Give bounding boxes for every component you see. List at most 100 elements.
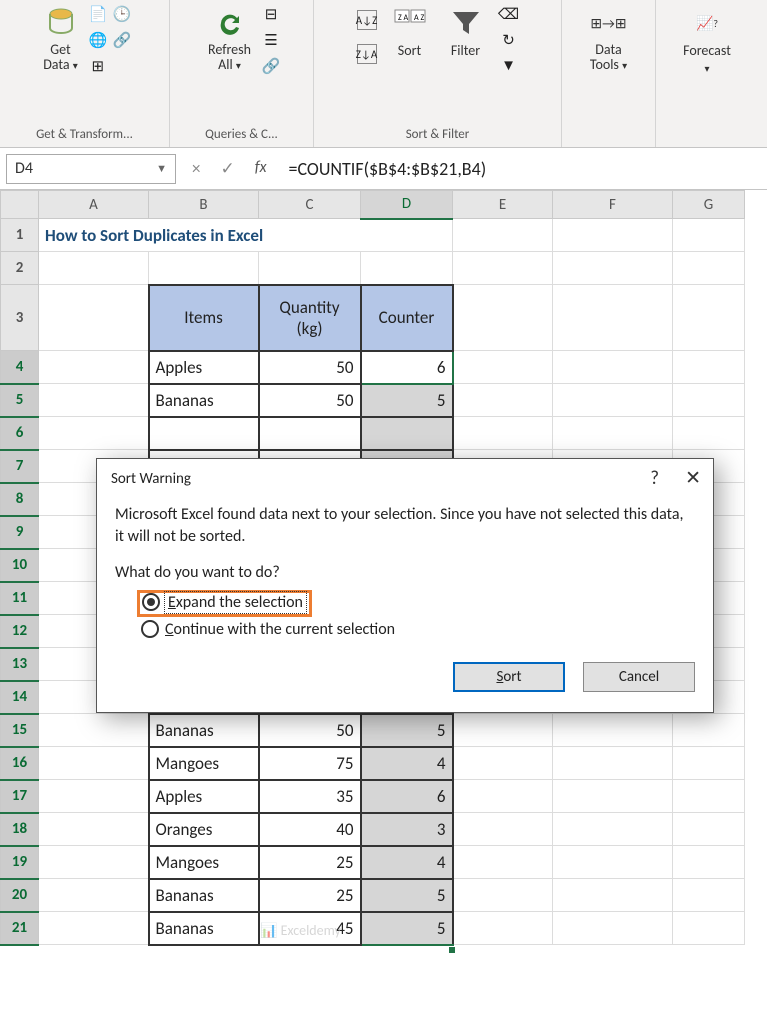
group-label-sort-filter: Sort & Filter — [406, 125, 470, 145]
col-header-E[interactable]: E — [453, 191, 553, 219]
filter-small: ⌫ ↻ ▼ — [499, 4, 519, 76]
sort-button-dialog[interactable]: Sort — [453, 662, 565, 692]
sort-az-za: A↓Z Z↓A — [357, 4, 377, 64]
refresh-label: RefreshAll ▾ — [208, 42, 251, 73]
from-table-icon[interactable]: ⊞ — [88, 56, 108, 76]
get-data-small-buttons: 📄 🌐 ⊞ — [88, 4, 108, 76]
from-web-icon[interactable]: 🌐 — [88, 30, 108, 50]
dialog-help-icon[interactable]: ? — [650, 467, 659, 490]
col-header-D[interactable]: D — [361, 191, 453, 219]
dialog-body: Microsoft Excel found data next to your … — [97, 498, 713, 712]
ribbon-group-get-transform: GetData ▾ 📄 🌐 ⊞ 🕒 🔗 Get & Transform... — [0, 0, 170, 147]
data-tools-icon: ⊞→⊞ — [591, 6, 625, 40]
group-label-get-transform: Get & Transform... — [36, 125, 133, 145]
header-counter[interactable]: Counter — [361, 285, 453, 351]
dialog-question: What do you want to do? — [115, 563, 695, 590]
header-quantity[interactable]: Quantity (kg) — [259, 285, 361, 351]
name-box-dropdown-icon[interactable]: ▼ — [156, 162, 167, 175]
queries-connections-icon[interactable]: ⊟ — [261, 4, 281, 24]
radio-expand-selection[interactable] — [142, 593, 160, 611]
filter-button[interactable]: Filter — [443, 4, 489, 61]
cancel-button[interactable]: Cancel — [583, 662, 695, 692]
name-box-value: D4 — [15, 159, 33, 178]
fx-icon[interactable]: fx — [255, 158, 267, 179]
col-header-F[interactable]: F — [553, 191, 673, 219]
ribbon-group-forecast: 📈? Forecast▾ — [656, 0, 758, 147]
dialog-title: Sort Warning — [111, 470, 191, 488]
active-cell-D4[interactable]: 6 — [361, 351, 453, 384]
row-5: 5Bananas505 — [1, 384, 745, 417]
forecast-icon: 📈? — [690, 6, 724, 40]
header-items[interactable]: Items — [149, 285, 259, 351]
forecast-button[interactable]: 📈? Forecast▾ — [677, 4, 737, 78]
reapply-icon[interactable]: ↻ — [499, 30, 519, 50]
col-header-G[interactable]: G — [673, 191, 745, 219]
highlight-expand-selection: Expand the selection — [137, 590, 312, 617]
dialog-close-icon[interactable]: ✕ — [685, 467, 701, 490]
row-6: 6 — [1, 417, 745, 450]
row-15: 15Bananas505 — [1, 714, 745, 747]
properties-icon[interactable]: ☰ — [261, 30, 281, 50]
col-header-B[interactable]: B — [149, 191, 259, 219]
row-4: 4Apples506 — [1, 351, 745, 384]
dialog-message: Microsoft Excel found data next to your … — [115, 504, 695, 563]
data-tools-button[interactable]: ⊞→⊞ DataTools ▾ — [584, 4, 633, 75]
sort-za-icon[interactable]: Z↓A — [357, 44, 377, 64]
sort-label: Sort — [398, 42, 421, 59]
title-cell[interactable]: How to Sort Duplicates in Excel — [39, 219, 453, 252]
dialog-titlebar: Sort Warning ? ✕ — [97, 459, 713, 498]
cancel-formula-icon[interactable]: × — [192, 158, 200, 179]
sort-icon: Z AA Z — [393, 6, 427, 40]
row-1: 1How to Sort Duplicates in Excel — [1, 219, 745, 252]
selection-fill-handle[interactable] — [448, 946, 456, 954]
row-21: 21Bananas455 — [1, 912, 745, 945]
clear-filter-icon[interactable]: ⌫ — [499, 4, 519, 24]
column-headers: A B C D E F G — [1, 191, 745, 219]
ribbon-group-data-tools: ⊞→⊞ DataTools ▾ — [562, 0, 656, 147]
formula-input[interactable]: =COUNTIF($B$4:$B$21,B4) — [283, 158, 767, 180]
enter-formula-icon[interactable]: ✓ — [220, 158, 234, 179]
refresh-icon — [213, 6, 247, 40]
from-text-icon[interactable]: 📄 — [88, 4, 108, 24]
data-tools-label: DataTools ▾ — [590, 42, 627, 73]
group-label-data-tools — [607, 125, 610, 145]
svg-text:A Z: A Z — [414, 13, 424, 23]
advanced-filter-icon[interactable]: ▼ — [499, 56, 519, 76]
col-header-C[interactable]: C — [259, 191, 361, 219]
edit-links-icon[interactable]: 🔗 — [261, 56, 281, 76]
database-icon — [44, 6, 78, 40]
existing-connections-icon[interactable]: 🔗 — [112, 30, 132, 50]
group-label-queries: Queries & C... — [205, 125, 278, 145]
group-label-forecast — [706, 125, 709, 145]
filter-label: Filter — [451, 42, 480, 59]
recent-sources-icon[interactable]: 🕒 — [112, 4, 132, 24]
sort-warning-dialog: Sort Warning ? ✕ Microsoft Excel found d… — [96, 458, 714, 713]
formula-bar-row: D4 ▼ × ✓ fx =COUNTIF($B$4:$B$21,B4) — [0, 148, 767, 190]
row-2: 2 — [1, 252, 745, 285]
ribbon: GetData ▾ 📄 🌐 ⊞ 🕒 🔗 Get & Transform... R… — [0, 0, 767, 148]
row-17: 17Apples356 — [1, 780, 745, 813]
sort-button[interactable]: Z A A Z Sort — [387, 4, 433, 61]
formula-bar-buttons: × ✓ fx — [176, 158, 283, 179]
select-all-corner[interactable] — [1, 191, 39, 219]
sort-az-icon[interactable]: A↓Z — [357, 10, 377, 30]
ribbon-group-queries: RefreshAll ▾ ⊟ ☰ 🔗 Queries & C... — [170, 0, 314, 147]
get-data-label: GetData ▾ — [43, 42, 78, 73]
option-continue-selection[interactable]: Continue with the current selection — [115, 617, 695, 642]
get-data-button[interactable]: GetData ▾ — [37, 4, 84, 75]
queries-small: ⊟ ☰ 🔗 — [261, 4, 281, 76]
svg-text:Z A: Z A — [398, 13, 409, 23]
forecast-label: Forecast▾ — [683, 42, 731, 76]
col-header-A[interactable]: A — [39, 191, 149, 219]
name-box[interactable]: D4 ▼ — [6, 154, 176, 184]
label-expand-selection[interactable]: Expand the selection — [166, 593, 305, 612]
filter-icon — [449, 6, 483, 40]
row-19: 19Mangoes254 — [1, 846, 745, 879]
radio-continue-selection[interactable] — [141, 620, 159, 638]
row-3: 3 Items Quantity (kg) Counter — [1, 285, 745, 351]
get-data-small-buttons-2: 🕒 🔗 — [112, 4, 132, 50]
row-18: 18Oranges403 — [1, 813, 745, 846]
label-continue-selection: Continue with the current selection — [165, 620, 395, 639]
refresh-all-button[interactable]: RefreshAll ▾ — [202, 4, 257, 75]
row-16: 16Mangoes754 — [1, 747, 745, 780]
